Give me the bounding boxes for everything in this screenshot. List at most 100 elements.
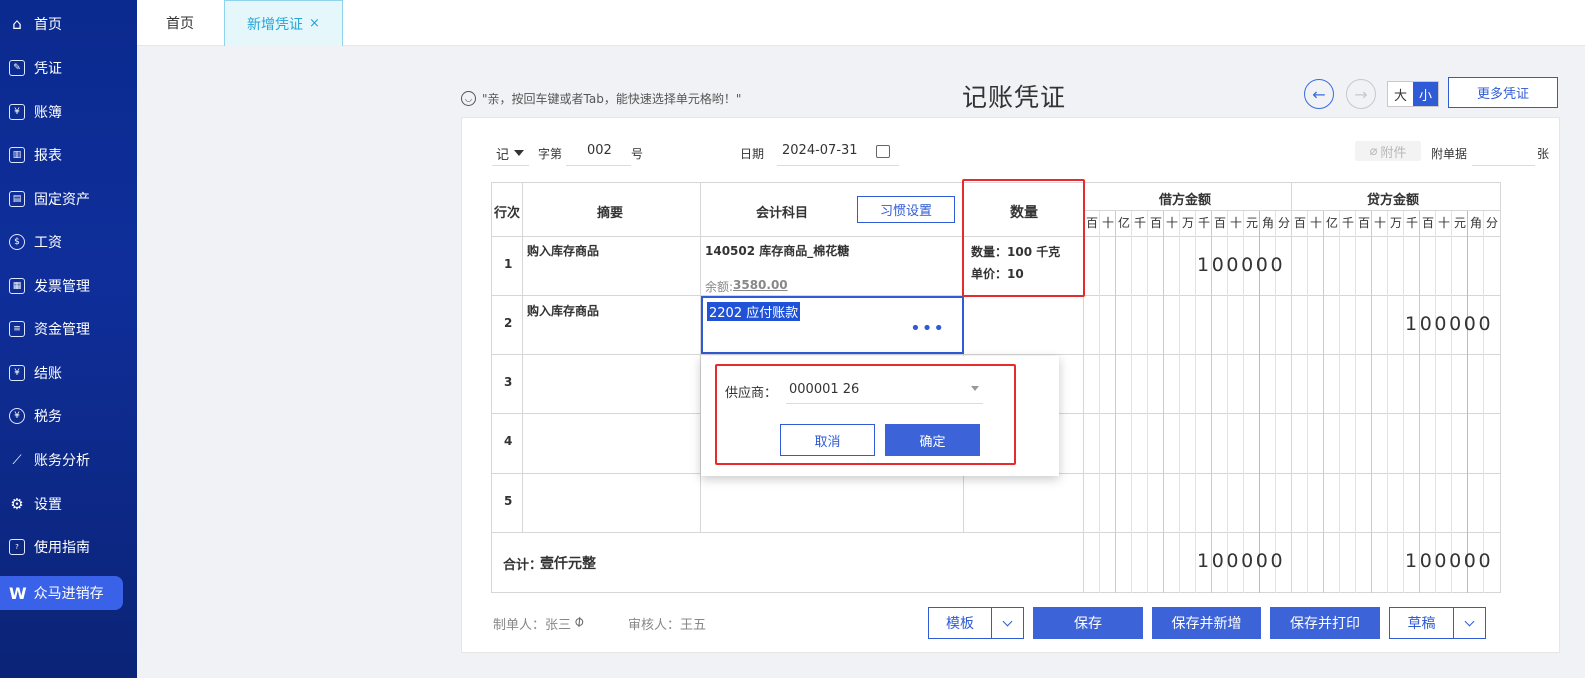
total-label: 合计： bbox=[503, 558, 543, 573]
save-and-new-button[interactable]: 保存并新增 bbox=[1152, 607, 1261, 639]
tab-new-voucher[interactable]: 新增凭证 × bbox=[224, 0, 343, 46]
tip-text: "亲，按回车键或者Tab，能快速选择单元格哟！" bbox=[482, 92, 742, 106]
draft-dropdown-toggle[interactable] bbox=[1453, 608, 1485, 638]
date-picker[interactable]: 2024-07-31 bbox=[777, 140, 899, 166]
prev-voucher-button[interactable]: ← bbox=[1304, 79, 1334, 109]
voucher-number-input[interactable]: 002 bbox=[566, 140, 631, 166]
more-vouchers-button[interactable]: 更多凭证 bbox=[1448, 77, 1558, 108]
digit-grid-line bbox=[1147, 211, 1148, 593]
digit-unit-header: 千 bbox=[1197, 216, 1210, 230]
sidebar-item-label: 税务 bbox=[34, 409, 62, 425]
voucher-type-select[interactable]: 记 bbox=[492, 140, 529, 166]
credit-amount: 100000 bbox=[1405, 313, 1494, 335]
sidebar-item-settings[interactable]: ⚙ 设置 bbox=[0, 484, 137, 524]
sidebar-item-guide[interactable]: ? 使用指南 bbox=[0, 527, 137, 567]
sidebar-item-label: 报表 bbox=[34, 148, 62, 164]
summary-cell[interactable]: 购入库存商品 bbox=[527, 242, 599, 259]
balance-label: 余额: bbox=[705, 280, 734, 294]
digit-grid-line bbox=[1195, 211, 1196, 593]
sidebar-item-invoice[interactable]: ▦ 发票管理 bbox=[0, 266, 137, 306]
col-divider bbox=[522, 182, 523, 532]
summary-cell[interactable]: 购入库存商品 bbox=[527, 302, 599, 319]
size-small-button[interactable]: 小 bbox=[1413, 82, 1438, 106]
size-toggle: 大 小 bbox=[1387, 81, 1439, 107]
template-button[interactable]: 模板 bbox=[928, 607, 1024, 639]
caret-down-icon bbox=[514, 150, 524, 156]
sidebar-item-ledger[interactable]: ¥ 账簿 bbox=[0, 92, 137, 132]
digit-grid-line bbox=[1467, 211, 1468, 593]
sidebar-item-salary[interactable]: $ 工资 bbox=[0, 222, 137, 262]
digit-unit-header: 亿 bbox=[1325, 216, 1338, 230]
ledger-icon: ¥ bbox=[9, 104, 25, 120]
account-cell[interactable]: 140502 库存商品_棉花糖 bbox=[705, 242, 849, 259]
digit-grid-line bbox=[1387, 211, 1388, 593]
closing-icon: ¥ bbox=[9, 365, 25, 381]
digit-unit-header: 百 bbox=[1357, 216, 1370, 230]
guide-icon: ? bbox=[9, 539, 25, 555]
digit-grid-line bbox=[1163, 211, 1164, 593]
maker-label: 制单人：张三 bbox=[493, 618, 572, 633]
digit-unit-header: 角 bbox=[1261, 216, 1274, 230]
draft-label: 草稿 bbox=[1407, 616, 1436, 632]
sidebar-item-voucher[interactable]: ✎ 凭证 bbox=[0, 48, 137, 88]
save-and-print-button[interactable]: 保存并打印 bbox=[1270, 607, 1380, 639]
digit-unit-header: 千 bbox=[1405, 216, 1418, 230]
digit-unit-header: 百 bbox=[1213, 216, 1226, 230]
sidebar-item-label: 设置 bbox=[34, 497, 62, 513]
digit-grid-line bbox=[1307, 211, 1308, 593]
more-dots-icon[interactable]: ••• bbox=[910, 318, 945, 339]
digit-unit-header: 分 bbox=[1277, 216, 1290, 230]
sidebar-item-fixed-assets[interactable]: ▤ 固定资产 bbox=[0, 179, 137, 219]
size-big-button[interactable]: 大 bbox=[1388, 82, 1413, 106]
sidebar-item-fund[interactable]: ≡ 资金管理 bbox=[0, 309, 137, 349]
digit-unit-header: 角 bbox=[1469, 216, 1482, 230]
sidebar-item-label: 凭证 bbox=[34, 61, 62, 77]
balance-value[interactable]: 3580.00 bbox=[733, 278, 788, 292]
page-title: 记账凭证 bbox=[962, 83, 1067, 112]
total-debit-amount: 100000 bbox=[1197, 550, 1286, 572]
calendar-icon bbox=[876, 145, 890, 158]
row-number: 1 bbox=[504, 257, 513, 271]
voucher-icon: ✎ bbox=[9, 60, 25, 76]
next-voucher-button[interactable]: → bbox=[1346, 79, 1376, 109]
shortcut-tip: ◡ "亲，按回车键或者Tab，能快速选择单元格哟！" bbox=[461, 90, 741, 107]
attachment-label: 附件 bbox=[1380, 145, 1407, 161]
draft-button[interactable]: 草稿 bbox=[1389, 607, 1486, 639]
date-value: 2024-07-31 bbox=[782, 143, 858, 158]
gear-icon: ⚙ bbox=[10, 494, 24, 513]
sidebar-item-analysis[interactable]: ⟋ 账务分析 bbox=[0, 440, 137, 480]
sidebar-item-closing[interactable]: ¥ 结账 bbox=[0, 353, 137, 393]
row-number: 3 bbox=[504, 375, 513, 389]
attachment-button[interactable]: ⌀ 附件 bbox=[1355, 141, 1421, 161]
digit-grid-line bbox=[1131, 211, 1132, 593]
digit-grid-line bbox=[1371, 211, 1372, 593]
digit-grid-line bbox=[1419, 211, 1420, 593]
analysis-icon: ⟋ bbox=[12, 452, 22, 468]
date-label: 日期 bbox=[740, 147, 765, 161]
zhongma-logo-icon: W bbox=[9, 583, 27, 603]
attach-count-input[interactable] bbox=[1472, 140, 1535, 166]
sidebar-item-inventory-app[interactable]: W 众马进销存 bbox=[0, 576, 123, 610]
voucher-type-value: 记 bbox=[496, 148, 510, 163]
total-credit-amount: 100000 bbox=[1405, 550, 1494, 572]
digit-unit-header: 亿 bbox=[1117, 216, 1130, 230]
sidebar-item-home[interactable]: ⌂ 首页 bbox=[0, 4, 137, 44]
hao-label: 号 bbox=[631, 147, 644, 161]
smile-icon: ◡ bbox=[461, 91, 476, 106]
sidebar-item-report[interactable]: ▥ 报表 bbox=[0, 135, 137, 175]
sidebar-item-tax[interactable]: ¥ 税务 bbox=[0, 396, 137, 436]
sidebar-item-label: 结账 bbox=[34, 366, 62, 382]
save-button[interactable]: 保存 bbox=[1033, 607, 1143, 639]
digit-unit-header: 万 bbox=[1181, 216, 1194, 230]
sidebar-item-label: 账簿 bbox=[34, 105, 62, 121]
account-cell-editing[interactable]: 2202 应付账款 ••• bbox=[701, 296, 964, 354]
digit-unit-header: 千 bbox=[1133, 216, 1146, 230]
close-icon[interactable]: × bbox=[309, 16, 320, 31]
fund-icon: ≡ bbox=[9, 321, 25, 337]
tax-icon: ¥ bbox=[9, 408, 25, 424]
report-icon: ▥ bbox=[9, 147, 25, 163]
habit-settings-button[interactable]: 习惯设置 bbox=[857, 196, 955, 223]
template-dropdown-toggle[interactable] bbox=[991, 608, 1023, 638]
sidebar-item-label: 固定资产 bbox=[34, 192, 90, 208]
tab-home[interactable]: 首页 bbox=[137, 0, 223, 46]
